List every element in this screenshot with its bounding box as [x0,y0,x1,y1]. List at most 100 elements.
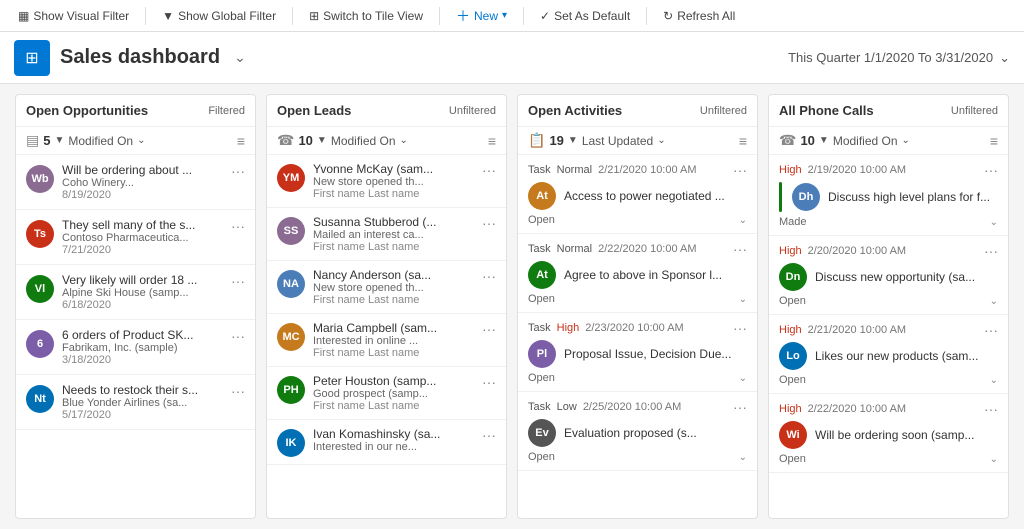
sort-down-icon: ▼ [819,135,829,146]
lead-content: Yvonne McKay (sam... New store opened th… [313,162,470,200]
opportunity-item[interactable]: Wb Will be ordering about ... Coho Winer… [16,155,255,210]
all-phone-calls-filter-icon[interactable]: ≡ [990,133,998,149]
more-options-icon[interactable]: ··· [984,243,998,259]
lead-item[interactable]: YM Yvonne McKay (sam... New store opened… [267,155,506,208]
lead-description: Good prospect (samp... [313,388,470,400]
show-visual-filter-button[interactable]: ▦ Show Visual Filter [10,6,137,26]
opportunity-date: 3/18/2020 [62,354,219,366]
global-filter-icon: ▼ [162,9,174,23]
status-chevron-icon[interactable]: ⌄ [739,452,747,463]
date-range-selector[interactable]: This Quarter 1/1/2020 To 3/31/2020 ⌄ [788,50,1010,66]
more-options-icon[interactable]: ··· [984,322,998,338]
open-leads-filter-icon[interactable]: ≡ [488,133,496,149]
switch-to-tile-view-button[interactable]: ⊞ Switch to Tile View [301,6,431,26]
opportunity-title: Will be ordering about ... [62,163,219,177]
opportunity-item[interactable]: 6 6 orders of Product SK... Fabrikam, In… [16,320,255,375]
open-activities-title: Open Activities [528,103,622,118]
status-chevron-icon[interactable]: ⌄ [739,215,747,226]
open-opportunities-filter-icon[interactable]: ≡ [237,133,245,149]
more-options-icon[interactable]: ··· [227,328,245,344]
more-options-icon[interactable]: ··· [733,399,747,415]
more-options-icon[interactable]: ··· [227,218,245,234]
activity-status-label: Open [528,293,555,305]
opportunity-title: 6 orders of Product SK... [62,328,219,342]
status-chevron-icon[interactable]: ⌄ [990,375,998,386]
more-options-icon[interactable]: ··· [478,215,496,231]
phone-call-item[interactable]: High 2/21/2020 10:00 AM ··· Lo Likes our… [769,315,1008,394]
opportunity-title: They sell many of the s... [62,218,219,232]
status-bar [779,182,782,212]
status-chevron-icon[interactable]: ⌄ [990,454,998,465]
lead-description: Interested in our ne... [313,441,470,453]
phone-call-item[interactable]: High 2/20/2020 10:00 AM ··· Dn Discuss n… [769,236,1008,315]
set-as-default-button[interactable]: ✓ Set As Default [532,6,638,26]
lead-meta: First name Last name [313,188,470,200]
activity-status: Open ⌄ [528,451,747,463]
phone-status-label: Made [779,216,807,228]
opportunity-item[interactable]: Ts They sell many of the s... Contoso Ph… [16,210,255,265]
phone-call-item[interactable]: High 2/19/2020 10:00 AM ··· Dh Discuss h… [769,155,1008,236]
opportunity-item[interactable]: Nt Needs to restock their s... Blue Yond… [16,375,255,430]
opportunity-item[interactable]: Vl Very likely will order 18 ... Alpine … [16,265,255,320]
lead-item[interactable]: IK Ivan Komashinsky (sa... Interested in… [267,420,506,465]
status-chevron-icon[interactable]: ⌄ [739,294,747,305]
sort-down-icon: ▼ [317,135,327,146]
new-button[interactable]: ＋ New ▾ [448,3,515,29]
more-options-icon[interactable]: ··· [478,268,496,284]
activity-status: Open ⌄ [528,214,747,226]
lead-description: New store opened th... [313,282,470,294]
activity-date: 2/21/2020 10:00 AM [598,164,696,176]
title-chevron-icon[interactable]: ⌄ [234,49,246,66]
new-chevron-icon: ▾ [502,10,507,21]
status-chevron-icon[interactable]: ⌄ [990,217,998,228]
open-activities-column: Open Activities Unfiltered 📋 19 ▼ Last U… [517,94,758,519]
more-options-icon[interactable]: ··· [478,321,496,337]
phone-status: Open ⌄ [779,295,998,307]
more-options-icon[interactable]: ··· [733,162,747,178]
toolbar-separator-4 [523,7,524,25]
lead-item[interactable]: MC Maria Campbell (sam... Interested in … [267,314,506,367]
opportunity-content: Needs to restock their s... Blue Yonder … [62,383,219,421]
opportunity-company: Fabrikam, Inc. (sample) [62,342,219,354]
activity-item[interactable]: Task Low 2/25/2020 10:00 AM ··· Ev Evalu… [518,392,757,471]
lead-item[interactable]: NA Nancy Anderson (sa... New store opene… [267,261,506,314]
open-opportunities-sort-label[interactable]: Modified On [68,134,133,148]
open-activities-filter-icon[interactable]: ≡ [739,133,747,149]
more-options-icon[interactable]: ··· [478,427,496,443]
activity-item[interactable]: Task Normal 2/21/2020 10:00 AM ··· At Ac… [518,155,757,234]
lead-content: Susanna Stubberod (... Mailed an interes… [313,215,470,253]
more-options-icon[interactable]: ··· [478,374,496,390]
toolbar-separator-1 [145,7,146,25]
refresh-all-button[interactable]: ↻ Refresh All [655,6,743,26]
more-options-icon[interactable]: ··· [227,383,245,399]
more-options-icon[interactable]: ··· [984,162,998,178]
toolbar-separator-3 [439,7,440,25]
more-options-icon[interactable]: ··· [984,401,998,417]
activity-status: Open ⌄ [528,293,747,305]
activity-status-label: Open [528,451,555,463]
activity-status-label: Open [528,372,555,384]
lead-item[interactable]: SS Susanna Stubberod (... Mailed an inte… [267,208,506,261]
show-global-filter-button[interactable]: ▼ Show Global Filter [154,6,284,26]
more-options-icon[interactable]: ··· [227,163,245,179]
open-leads-sort-label[interactable]: Modified On [331,134,396,148]
opportunity-company: Blue Yonder Airlines (sa... [62,397,219,409]
more-options-icon[interactable]: ··· [227,273,245,289]
avatar: Wi [779,421,807,449]
lead-item[interactable]: PH Peter Houston (samp... Good prospect … [267,367,506,420]
phone-call-item[interactable]: High 2/22/2020 10:00 AM ··· Wi Will be o… [769,394,1008,473]
more-options-icon[interactable]: ··· [478,162,496,178]
open-activities-sort-label[interactable]: Last Updated [582,134,653,148]
refresh-all-label: Refresh All [677,9,735,23]
status-chevron-icon[interactable]: ⌄ [739,373,747,384]
open-activities-sort-bar: 📋 19 ▼ Last Updated ⌄ ≡ [518,127,757,155]
all-phone-calls-sort-label[interactable]: Modified On [833,134,898,148]
lead-content: Maria Campbell (sam... Interested in onl… [313,321,470,359]
activity-item[interactable]: Task High 2/23/2020 10:00 AM ··· Pl Prop… [518,313,757,392]
activity-mid: Ev Evaluation proposed (s... [528,419,747,447]
status-chevron-icon[interactable]: ⌄ [990,296,998,307]
activity-item[interactable]: Task Normal 2/22/2020 10:00 AM ··· At Ag… [518,234,757,313]
more-options-icon[interactable]: ··· [733,241,747,257]
more-options-icon[interactable]: ··· [733,320,747,336]
phone-icon: ☎ [779,132,796,149]
